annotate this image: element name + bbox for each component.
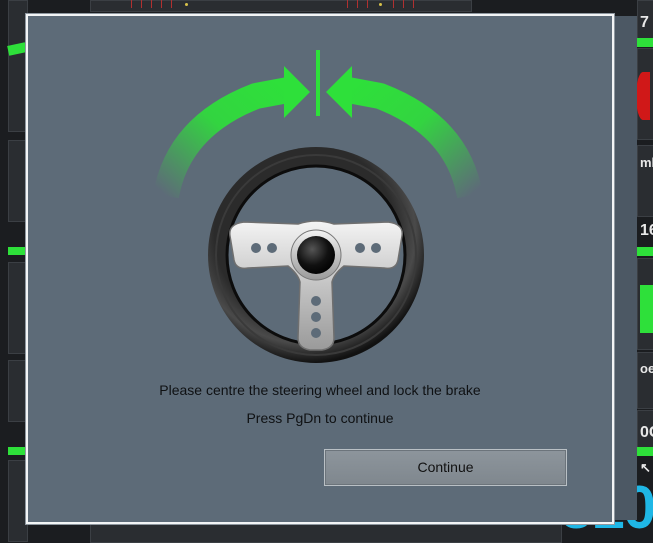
bg-panel [8,140,28,222]
bg-top-strip [90,0,472,12]
bg-panel [8,262,28,354]
bg-panel [8,360,28,422]
right-arrowhead [326,66,352,118]
bg-label: oe [640,361,653,376]
centre-marker [316,50,320,116]
left-arrowhead [284,66,310,118]
dialog-side-strip [612,16,637,520]
steering-wheel-centre-icon [153,50,483,363]
bg-value: 16 [640,222,653,239]
bg-red-shape [636,72,650,120]
bg-label: ml [640,155,653,170]
bg-panel [8,460,28,542]
continue-button[interactable]: Continue [324,449,567,486]
bg-value: 7 [640,14,649,31]
bg-value: 0C [640,424,653,441]
centre-wheel-dialog: Please centre the steering wheel and loc… [25,13,615,525]
bg-green-bar [637,447,653,456]
instruction-text: Please centre the steering wheel and loc… [159,382,481,398]
bg-panel [8,0,28,132]
bg-bottom-strip [90,522,562,543]
bg-green-bar [8,447,26,455]
bg-green-bar [637,247,653,256]
bg-green-bar [8,247,26,255]
hint-text: Press PgDn to continue [246,410,394,426]
bg-green-bar [637,38,653,47]
bg-green-digit [640,285,653,333]
